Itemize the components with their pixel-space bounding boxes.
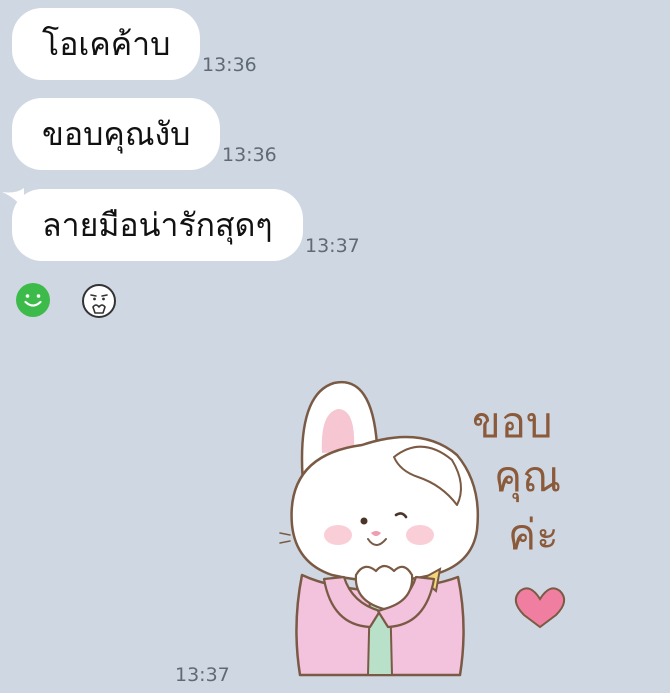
message-bubble[interactable]: ลายมือน่ารักสุดๆ bbox=[12, 189, 303, 261]
message-timestamp: 13:37 bbox=[305, 235, 360, 257]
bunny-thank-you-sticker[interactable]: ขอบ คุณ ค่ะ bbox=[272, 365, 627, 685]
sticker-caption-line: คุณ bbox=[494, 452, 561, 503]
message-bubble[interactable]: โอเคค้าบ bbox=[12, 8, 201, 80]
message-text: โอเคค้าบ bbox=[42, 24, 171, 63]
bunny-body bbox=[295, 564, 465, 677]
sticker-caption-line: ค่ะ bbox=[508, 510, 559, 559]
sticker-preview-face-icon[interactable] bbox=[81, 283, 117, 319]
sticker-caption-line: ขอบ bbox=[472, 398, 553, 447]
smiley-reaction-icon[interactable] bbox=[15, 282, 51, 318]
heart-icon bbox=[514, 587, 566, 629]
message-timestamp: 13:36 bbox=[222, 144, 277, 166]
message-timestamp: 13:36 bbox=[202, 54, 257, 76]
message-text: ลายมือน่ารักสุดๆ bbox=[42, 205, 273, 244]
message-text: ขอบคุณงับ bbox=[42, 114, 191, 153]
message-bubble[interactable]: ขอบคุณงับ bbox=[12, 98, 221, 170]
sticker-timestamp: 13:37 bbox=[175, 664, 230, 686]
